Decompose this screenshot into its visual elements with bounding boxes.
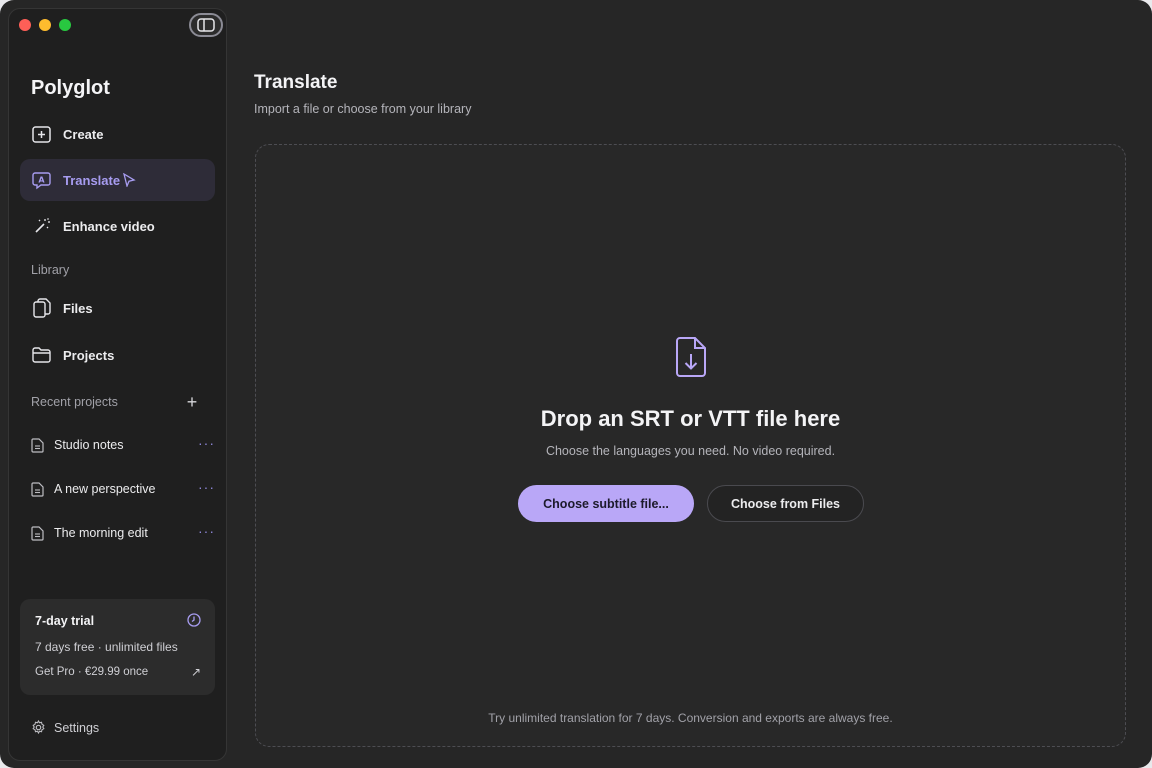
drop-zone-subtitle: Choose the languages you need. No video … — [545, 444, 836, 458]
recent-project-item[interactable]: A new perspective ··· — [31, 477, 215, 501]
nav-item-label: Create — [63, 126, 104, 142]
recent-project-label: A new perspective — [54, 482, 156, 496]
app-window: Polyglot Create A Translate Enhance vide… — [0, 0, 1152, 768]
document-icon — [31, 525, 44, 541]
more-options-button[interactable]: ··· — [198, 523, 215, 539]
arrow-up-right-icon: ↗ — [190, 665, 201, 679]
nav-item-translate[interactable]: A Translate — [20, 159, 215, 201]
plus-square-icon — [32, 125, 51, 144]
document-download-icon — [676, 337, 706, 377]
nav-item-label: Files — [63, 300, 93, 316]
toggle-sidebar-button[interactable] — [189, 13, 223, 37]
pointer-cursor-icon — [123, 173, 136, 187]
minimize-window-button[interactable] — [39, 19, 51, 31]
page-title: Translate — [254, 72, 338, 93]
close-window-button[interactable] — [19, 19, 31, 31]
choose-from-files-button[interactable]: Choose from Files — [707, 485, 864, 522]
more-options-button[interactable]: ··· — [198, 435, 215, 451]
file-drop-zone[interactable]: Drop an SRT or VTT file here Choose the … — [255, 144, 1126, 747]
files-icon — [32, 298, 51, 318]
trial-subtitle: 7 days free · unlimited files — [35, 640, 178, 654]
window-controls — [19, 19, 71, 31]
recent-project-item[interactable]: The morning edit ··· — [31, 521, 215, 545]
document-icon — [31, 437, 44, 453]
nav-item-label: Enhance video — [63, 218, 155, 234]
nav-item-enhance-video[interactable]: Enhance video — [20, 205, 215, 247]
more-options-button[interactable]: ··· — [198, 479, 215, 495]
settings-label: Settings — [54, 720, 100, 735]
choose-subtitle-file-button[interactable]: Choose subtitle file... — [518, 485, 694, 522]
magic-wand-icon — [32, 217, 51, 236]
app-title: Polyglot — [31, 77, 110, 99]
settings-button[interactable]: Settings — [31, 720, 99, 735]
nav-item-create[interactable]: Create — [20, 113, 215, 155]
library-section-label: Library — [31, 263, 70, 277]
recent-project-label: The morning edit — [54, 526, 148, 540]
sidebar: Polyglot Create A Translate Enhance vide… — [8, 8, 227, 761]
clock-icon — [187, 613, 201, 627]
drop-zone-title: Drop an SRT or VTT file here — [540, 406, 841, 431]
zoom-window-button[interactable] — [59, 19, 71, 31]
page-subtitle: Import a file or choose from your librar… — [254, 102, 472, 116]
svg-text:A: A — [38, 175, 45, 184]
trial-card[interactable]: 7-day trial 7 days free · unlimited file… — [20, 599, 215, 695]
recent-project-label: Studio notes — [54, 438, 124, 452]
recent-project-item[interactable]: Studio notes ··· — [31, 433, 215, 457]
sidebar-icon — [197, 18, 215, 32]
trial-footnote: Try unlimited translation for 7 days. Co… — [488, 711, 893, 725]
nav-item-files[interactable]: Files — [20, 287, 215, 329]
nav-item-projects[interactable]: Projects — [20, 334, 215, 376]
translate-bubble-icon: A — [32, 171, 51, 190]
document-icon — [31, 481, 44, 497]
nav-item-label: Translate — [63, 172, 121, 188]
gear-icon — [32, 720, 45, 735]
recent-projects-label: Recent projects — [31, 395, 118, 409]
add-project-button[interactable]: + — [183, 393, 201, 411]
get-pro-link[interactable]: Get Pro · €29.99 once — [35, 666, 148, 678]
trial-title: 7-day trial — [35, 614, 95, 628]
nav-item-label: Projects — [63, 347, 115, 363]
folder-icon — [32, 346, 51, 365]
